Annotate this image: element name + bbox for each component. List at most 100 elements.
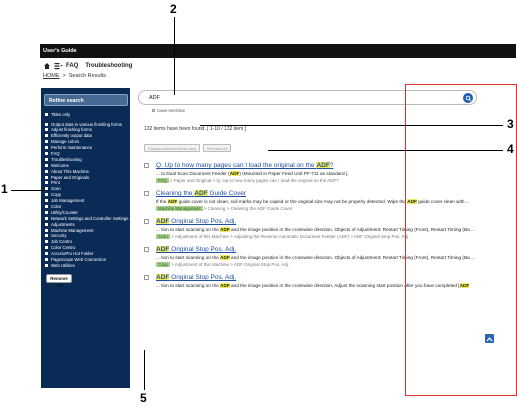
filter-checkbox[interactable] xyxy=(45,122,48,126)
filter-item[interactable]: Manage colors xyxy=(45,139,130,145)
scroll-to-top-button[interactable] xyxy=(485,334,494,343)
filter-checkbox[interactable] xyxy=(45,252,48,256)
result-title-link[interactable]: Cleaning the ADF Guide Cover xyxy=(156,190,514,198)
filter-item[interactable]: Machine Management xyxy=(45,228,130,234)
filter-checkbox[interactable] xyxy=(45,146,48,150)
result-category-tag[interactable]: Scan xyxy=(156,234,170,239)
filter-item[interactable]: Efficiently output data xyxy=(45,133,130,139)
filter-checkbox[interactable] xyxy=(45,257,48,261)
result-title-link[interactable]: ADF Original Stop Pos. Adj. xyxy=(156,274,514,282)
nav-troubleshooting[interactable]: Troubleshooting xyxy=(85,63,132,69)
filter-checkbox[interactable] xyxy=(45,157,48,161)
top-nav: FAQ Troubleshooting xyxy=(40,59,516,73)
filter-item[interactable]: Troubleshooting xyxy=(45,157,130,163)
filter-label: Color xyxy=(51,203,62,209)
filter-checkbox[interactable] xyxy=(45,140,48,144)
case-sensitive-checkbox[interactable] xyxy=(152,109,155,112)
filter-item[interactable]: Titles only xyxy=(45,112,130,118)
filter-item[interactable]: Job Management xyxy=(45,198,130,204)
filter-label: Adjustments xyxy=(51,221,75,227)
filter-item[interactable]: Adjustments xyxy=(45,222,130,228)
filter-checkbox[interactable] xyxy=(45,163,48,167)
filter-label: PageScope Web Connection xyxy=(51,256,107,262)
filter-checkbox[interactable] xyxy=(45,234,48,238)
filter-checkbox[interactable] xyxy=(45,128,48,132)
filter-checkbox[interactable] xyxy=(45,187,48,191)
result-item: ADF Original Stop Pos. Adj.... tion to s… xyxy=(144,274,514,289)
search-input[interactable]: ADF xyxy=(138,90,477,105)
window-title: User's Guide xyxy=(40,44,516,58)
filter-checkbox[interactable] xyxy=(45,216,48,220)
filter-checkbox[interactable] xyxy=(45,228,48,232)
filter-item[interactable]: Utility/Counter xyxy=(45,210,130,216)
filter-checkbox[interactable] xyxy=(45,151,48,155)
filter-checkbox[interactable] xyxy=(45,175,48,179)
filter-checkbox[interactable] xyxy=(45,263,48,267)
filter-item[interactable]: Adjust finishing forms xyxy=(45,127,130,133)
remove-all-button[interactable]: Remove All xyxy=(203,144,232,152)
sidebar-remove-all-button[interactable]: Remove All xyxy=(46,274,72,288)
filter-label: Job Management xyxy=(51,198,85,204)
result-path: Scan > Adjustment of this Machine > Adju… xyxy=(156,234,514,240)
filter-checkbox[interactable] xyxy=(45,246,48,250)
filter-item[interactable]: Output data in various finishing forms xyxy=(45,122,130,128)
result-title-link[interactable]: ADF Original Stop Pos. Adj. xyxy=(156,218,514,226)
chevron-up-icon xyxy=(486,330,493,348)
result-category-tag[interactable]: Copy xyxy=(156,262,171,267)
result-description: ... tion to start scanning on the ADF an… xyxy=(156,255,475,260)
filter-label: AccurioPro Hot Folder xyxy=(51,251,94,257)
filter-item[interactable]: About This Machine xyxy=(45,169,130,175)
result-title-link[interactable]: ADF Original Stop Pos. Adj. xyxy=(156,246,514,254)
filter-checkbox[interactable] xyxy=(45,193,48,197)
filter-checkbox[interactable] xyxy=(45,210,48,214)
breadcrumb-home[interactable]: HOME xyxy=(43,73,60,79)
filter-item[interactable]: FAQ xyxy=(45,151,130,157)
filter-item[interactable]: Job Centro xyxy=(45,239,130,245)
callout-4-line xyxy=(268,150,503,151)
filter-label: Adjust finishing forms xyxy=(51,127,92,133)
filter-label: Machine Management xyxy=(51,227,94,233)
filter-item[interactable]: Print xyxy=(45,180,130,186)
filter-item[interactable]: PageScope Web Connection xyxy=(45,257,130,263)
filter-checkbox[interactable] xyxy=(45,169,48,173)
result-checkbox[interactable] xyxy=(144,275,149,280)
result-category-tag[interactable]: FAQ xyxy=(156,178,169,183)
result-checkbox[interactable] xyxy=(144,191,149,196)
result-path: Machine Management > Cleaning > Cleaning… xyxy=(156,206,514,212)
filter-item[interactable]: Network Settings and Controller Settings xyxy=(45,216,130,222)
filter-checkbox[interactable] xyxy=(45,199,48,203)
filter-checkbox[interactable] xyxy=(45,222,48,226)
filter-label: Paper and Originals xyxy=(51,174,89,180)
filter-label: Output data in various finishing forms xyxy=(51,121,122,127)
filter-item[interactable]: Color Centro xyxy=(45,245,130,251)
result-checkbox[interactable] xyxy=(144,163,149,168)
filter-item[interactable]: Welcome xyxy=(45,163,130,169)
case-sensitive-option[interactable]: Case-sensitive xyxy=(152,108,185,113)
filter-checkbox[interactable] xyxy=(45,181,48,185)
filter-item[interactable]: Perform maintenance xyxy=(45,145,130,151)
result-category-tag[interactable]: Machine Management xyxy=(156,206,203,211)
filter-item[interactable]: Scan xyxy=(45,186,130,192)
filter-checkbox[interactable] xyxy=(45,204,48,208)
filter-item[interactable]: Security xyxy=(45,233,130,239)
menu-icon[interactable] xyxy=(54,62,63,71)
result-checkbox[interactable] xyxy=(144,247,149,252)
result-checkbox[interactable] xyxy=(144,219,149,224)
filter-item[interactable]: Copy xyxy=(45,192,130,198)
filter-item[interactable]: Web Utilities xyxy=(45,263,130,269)
search-icon[interactable] xyxy=(463,93,473,103)
display-selected-button[interactable]: Display selected items only xyxy=(144,144,201,152)
filter-checkbox[interactable] xyxy=(45,240,48,244)
filter-item[interactable]: Paper and Originals xyxy=(45,175,130,181)
home-icon[interactable] xyxy=(42,62,51,71)
filter-item[interactable]: AccurioPro Hot Folder xyxy=(45,251,130,257)
callout-2-line xyxy=(174,17,175,95)
filter-label: Copy xyxy=(51,192,62,198)
nav-faq[interactable]: FAQ xyxy=(66,63,78,69)
callout-3: 3 xyxy=(507,117,514,131)
filter-checkbox[interactable] xyxy=(45,134,48,138)
result-title-link[interactable]: Q. Up to how many pages can I load the o… xyxy=(156,162,514,170)
filter-checkbox[interactable] xyxy=(45,113,48,116)
screenshot-frame: User's Guide FAQ Troubleshooting HOME > … xyxy=(40,44,516,388)
filter-item[interactable]: Color xyxy=(45,204,130,210)
